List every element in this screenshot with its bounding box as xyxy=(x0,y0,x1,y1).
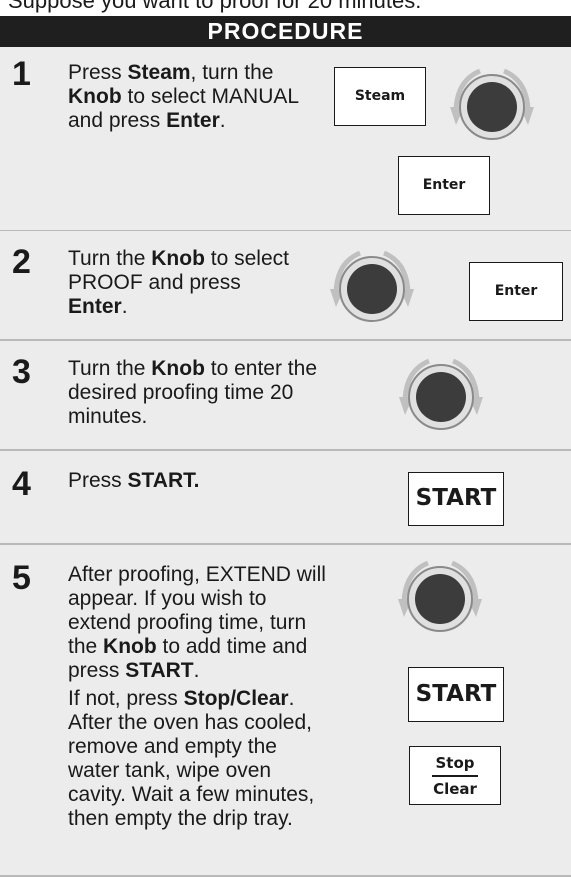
step-instructions: Turn the Knob to enter the desired proof… xyxy=(68,357,317,428)
step-4: 4 Press START. START xyxy=(0,451,571,545)
step-1: 1 Press Steam, turn the Knob to select M… xyxy=(0,47,571,232)
rotary-knob-icon[interactable] xyxy=(384,547,496,647)
divider-line xyxy=(432,775,478,777)
intro-text: Suppose you want to proof for 20 minutes… xyxy=(8,0,422,13)
procedure-header: PROCEDURE xyxy=(0,16,571,47)
enter-button[interactable]: Enter xyxy=(398,156,490,215)
step-instructions: Press Steam, turn the Knob to select MAN… xyxy=(68,61,300,132)
step-5: 5 After proofing, EXTEND will appear. If… xyxy=(0,545,571,877)
stop-label: Stop xyxy=(435,754,475,772)
step-number: 1 xyxy=(12,55,31,93)
rotary-knob-icon[interactable] xyxy=(436,55,548,155)
step-number: 4 xyxy=(12,465,31,503)
step-2: 2 Turn the Knob to select PROOF and pres… xyxy=(0,231,571,341)
start-button[interactable]: START xyxy=(408,667,504,722)
stop-clear-button[interactable]: Stop Clear xyxy=(409,746,501,805)
enter-button[interactable]: Enter xyxy=(469,262,563,321)
step-instructions: Press START. xyxy=(68,469,200,492)
rotary-knob-icon[interactable] xyxy=(385,345,497,445)
step-number: 5 xyxy=(12,559,31,597)
step-3: 3 Turn the Knob to enter the desired pro… xyxy=(0,341,571,451)
start-button[interactable]: START xyxy=(408,472,504,526)
step-number: 3 xyxy=(12,353,31,391)
rotary-knob-icon[interactable] xyxy=(316,237,428,337)
steam-button[interactable]: Steam xyxy=(334,67,426,126)
clear-label: Clear xyxy=(433,779,477,798)
step-instructions: Turn the Knob to select PROOF and press … xyxy=(68,247,289,318)
step-instructions: After proofing, EXTEND will appear. If y… xyxy=(68,563,326,830)
step-number: 2 xyxy=(12,243,31,281)
